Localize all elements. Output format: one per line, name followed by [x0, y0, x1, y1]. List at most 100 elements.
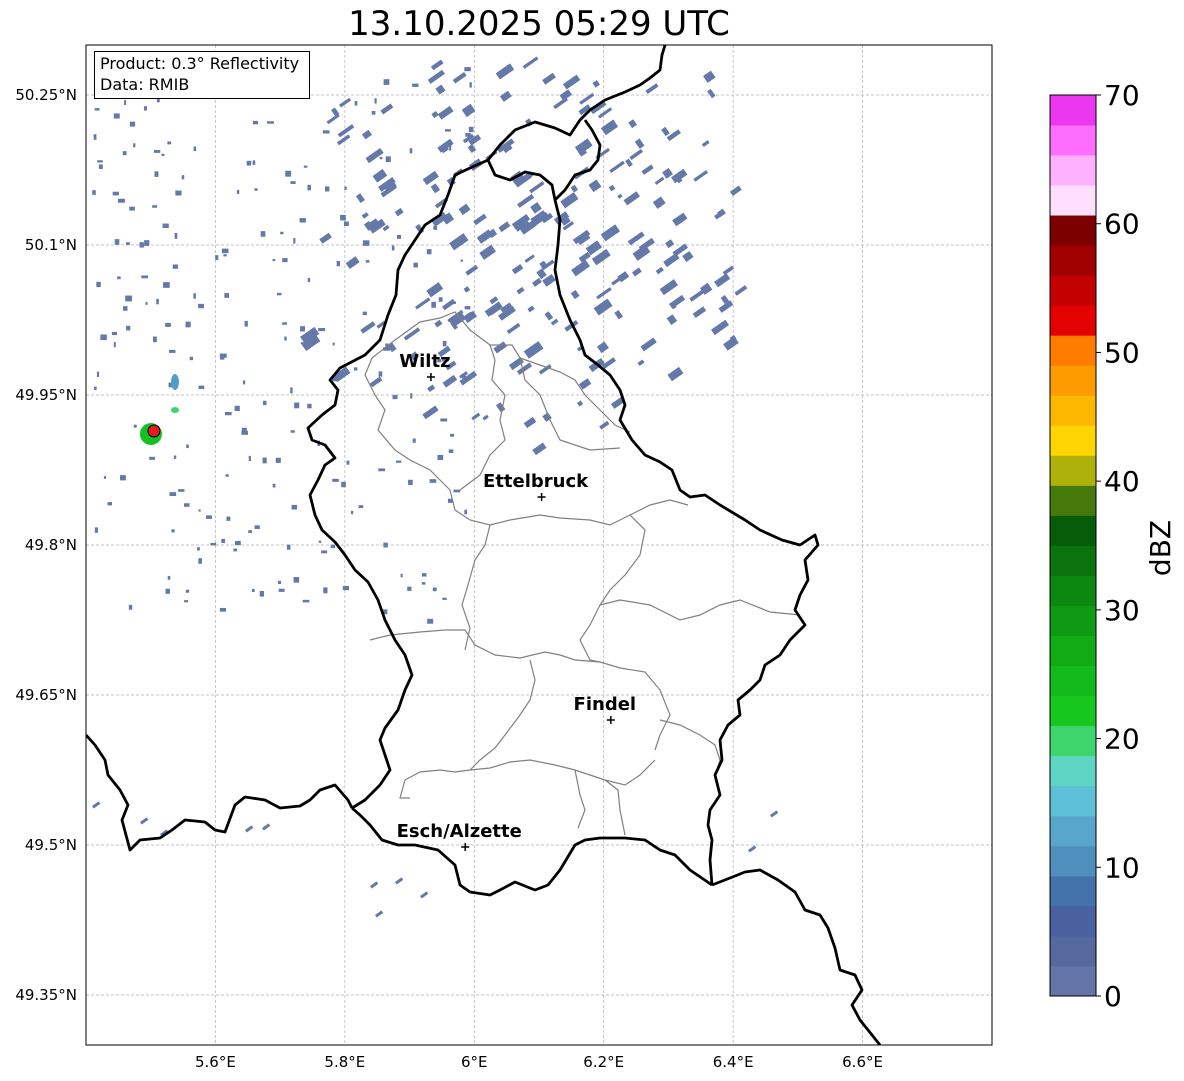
echo-cell: [426, 282, 444, 298]
colorbar-tick-label: 30: [1104, 594, 1140, 627]
echo-cell: [599, 420, 610, 430]
echo-cell: [662, 167, 674, 179]
echo-cell: [337, 124, 355, 138]
echo-cell: [769, 810, 779, 818]
echo-cell: [259, 590, 264, 597]
echo-cell: [400, 573, 403, 578]
echo-cell: [493, 341, 508, 354]
echo-cell: [198, 558, 202, 564]
echo-cell: [542, 72, 556, 85]
echo-cell: [330, 544, 336, 549]
echo-cell: [226, 516, 231, 521]
echo-cell: [403, 327, 421, 341]
echo-cell: [323, 587, 328, 594]
echo-cell: [444, 129, 451, 132]
echo-cell: [692, 306, 707, 318]
echo-cell: [523, 416, 537, 429]
echo-cell: [171, 407, 179, 413]
echo-cell: [286, 544, 291, 550]
echo-cell: [92, 190, 96, 195]
echo-cell: [300, 342, 305, 345]
echo-cell: [663, 252, 680, 268]
echo-cell: [383, 79, 390, 85]
echo-cell: [224, 411, 232, 416]
echo-cell: [369, 376, 383, 388]
x-tick-label: 5.8°E: [324, 1053, 365, 1071]
colorbar-tick-label: 20: [1104, 723, 1140, 756]
echo-cell: [284, 336, 287, 341]
colorbar-tick-label: 50: [1104, 336, 1140, 369]
echo-cell: [380, 103, 394, 115]
echo-cell: [689, 289, 705, 302]
echo-cell: [499, 90, 512, 102]
echo-cell: [353, 367, 358, 371]
echo-cell: [154, 171, 159, 177]
colorbar-segment: [1050, 725, 1096, 757]
echo-cell: [365, 147, 384, 164]
echo-cell: [452, 319, 459, 323]
echo-cell: [374, 98, 377, 104]
echo-cell: [139, 242, 144, 248]
echo-cell: [248, 455, 251, 461]
echo-cell: [114, 239, 120, 245]
echo-cell: [426, 249, 432, 255]
echo-cell: [354, 101, 358, 106]
echo-cell: [144, 240, 150, 246]
echo-cell: [570, 289, 580, 300]
echo-cell: [464, 67, 471, 72]
echo-cell: [280, 231, 284, 235]
city-label: Findel: [574, 694, 637, 715]
echo-cell: [722, 265, 735, 276]
echo-cell: [431, 301, 436, 308]
colorbar-segment: [1050, 545, 1096, 576]
echo-cell: [93, 134, 97, 140]
echo-cell: [129, 206, 135, 211]
echo-cell: [453, 489, 461, 493]
echo-cell: [413, 262, 418, 268]
colorbar-tick-label: 10: [1104, 851, 1140, 884]
colorbar-segment: [1050, 95, 1096, 126]
echo-cell: [252, 120, 258, 125]
echo-cell: [122, 151, 127, 156]
echo-cell: [262, 823, 271, 831]
echo-cell: [165, 588, 170, 594]
echo-cell: [185, 589, 190, 593]
echo-cell: [124, 100, 127, 105]
echo-cell: [407, 586, 412, 591]
colorbar-segment: [1050, 485, 1096, 516]
echo-cell: [290, 430, 295, 433]
echo-cell: [517, 194, 535, 208]
echo-cell: [559, 89, 573, 101]
echo-cell: [629, 148, 644, 161]
echo-cell: [729, 185, 742, 196]
echo-cell: [100, 334, 107, 341]
echo-cell: [167, 141, 172, 145]
plot-area: Wiltz Ettelbruck Findel Esch/Alzette: [86, 45, 992, 1045]
echo-cell: [189, 356, 194, 361]
echo-cell: [133, 143, 136, 148]
colorbar-segment: [1050, 695, 1096, 727]
city-label: Wiltz: [399, 351, 450, 372]
echo-cell: [614, 309, 624, 320]
echo-cell: [275, 457, 281, 463]
colorbar-segment: [1050, 875, 1096, 907]
echo-cell: [523, 341, 544, 359]
echo-cell: [133, 424, 137, 428]
echo-cell: [303, 165, 308, 168]
colorbar-segment: [1050, 455, 1096, 486]
radar-site-marker: [147, 424, 161, 438]
echo-cell: [576, 400, 584, 407]
echo-cell: [410, 393, 413, 399]
colorbar-label: dBZ: [1144, 520, 1177, 576]
echo-cell: [300, 326, 305, 332]
echo-cell: [748, 845, 757, 853]
echo-cell: [215, 255, 219, 261]
y-tick-label: 49.35°N: [15, 986, 77, 1004]
echo-cell: [251, 588, 255, 593]
echo-cell: [495, 402, 506, 413]
echo-cell: [412, 438, 416, 443]
echo-cell: [571, 259, 591, 277]
echo-cell: [394, 207, 404, 217]
echo-cell: [458, 203, 471, 216]
echo-cell: [421, 573, 427, 577]
